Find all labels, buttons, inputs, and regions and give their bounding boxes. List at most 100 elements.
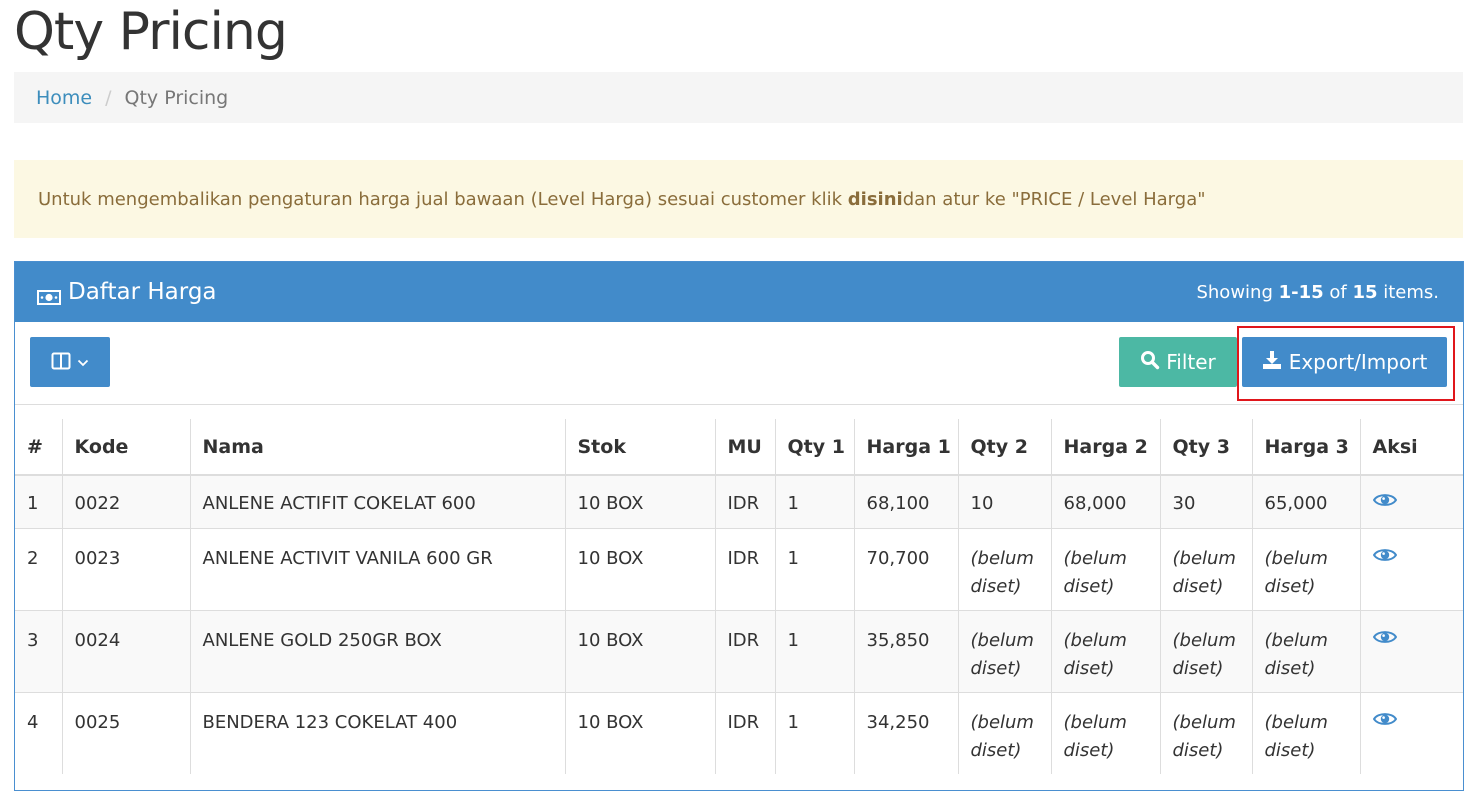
cell-mu: IDR [714, 610, 775, 693]
cell-nama: ANLENE ACTIFIT COKELAT 600 [189, 474, 565, 529]
cell-harga3: 65,000 [1251, 474, 1360, 529]
alert-notice: Untuk mengembalikan pengaturan harga jua… [14, 160, 1463, 238]
cell-aksi [1359, 610, 1463, 693]
table-toolbar: Filter Export/Import [15, 322, 1463, 405]
cell-no: 2 [15, 528, 62, 611]
alert-text-before: Untuk mengembalikan pengaturan harga jua… [38, 188, 843, 210]
panel-header: Daftar Harga Showing 1-15 of 15 items. [15, 262, 1463, 322]
cell-nama: ANLENE ACTIVIT VANILA 600 GR [189, 528, 565, 611]
header-mu[interactable]: MU [714, 419, 775, 476]
cell-qty3: (belum diset) [1159, 528, 1252, 611]
table-header-row: # Kode Nama Stok MU Qty 1 Harga 1 Qty 2 … [15, 419, 1463, 476]
table-row: 1 0022 ANLENE ACTIFIT COKELAT 600 10 BOX… [15, 474, 1463, 529]
cell-no: 4 [15, 692, 62, 774]
cell-nama: BENDERA 123 COKELAT 400 [189, 692, 565, 774]
panel-title: Daftar Harga [37, 279, 217, 305]
cell-stok: 10 BOX [564, 692, 715, 774]
page-title: Qty Pricing [14, 2, 288, 62]
summary-of: of [1323, 281, 1353, 303]
summary-total: 15 [1352, 281, 1378, 303]
eye-icon[interactable] [1372, 490, 1397, 508]
search-icon [1140, 350, 1160, 375]
cell-qty1: 1 [774, 692, 854, 774]
cell-harga1: 34,250 [853, 692, 958, 774]
export-import-button[interactable]: Export/Import [1242, 337, 1447, 387]
cell-qty1: 1 [774, 528, 854, 611]
alert-text-after: dan atur ke "PRICE / Level Harga" [902, 188, 1206, 210]
cell-aksi [1359, 692, 1463, 774]
summary-range: 1-15 [1278, 281, 1324, 303]
price-list-panel: Daftar Harga Showing 1-15 of 15 items. F… [14, 261, 1464, 791]
filter-label: Filter [1166, 350, 1216, 374]
cell-harga2: (belum diset) [1050, 528, 1160, 611]
cell-harga3: (belum diset) [1251, 692, 1360, 774]
price-table: # Kode Nama Stok MU Qty 1 Harga 1 Qty 2 … [15, 419, 1463, 774]
money-icon [37, 285, 61, 305]
header-stok[interactable]: Stok [564, 419, 715, 476]
cell-harga1: 70,700 [853, 528, 958, 611]
header-qty1[interactable]: Qty 1 [774, 419, 854, 476]
summary-suffix: items. [1377, 281, 1439, 303]
export-import-label: Export/Import [1288, 350, 1428, 374]
header-harga3[interactable]: Harga 3 [1251, 419, 1360, 476]
cell-qty1: 1 [774, 610, 854, 693]
chevron-down-icon [77, 355, 89, 370]
cell-no: 3 [15, 610, 62, 693]
cell-qty2: (belum diset) [957, 692, 1051, 774]
cell-harga3: (belum diset) [1251, 610, 1360, 693]
header-no[interactable]: # [15, 419, 62, 476]
cell-aksi [1359, 474, 1463, 529]
cell-stok: 10 BOX [564, 528, 715, 611]
header-harga2[interactable]: Harga 2 [1050, 419, 1160, 476]
breadcrumb: Home / Qty Pricing [14, 72, 1463, 123]
cell-kode: 0024 [61, 610, 190, 693]
cell-qty2: (belum diset) [957, 610, 1051, 693]
cell-no: 1 [15, 474, 62, 529]
cell-harga2: (belum diset) [1050, 610, 1160, 693]
alert-link-disini[interactable]: disini [848, 189, 903, 210]
items-summary: Showing 1-15 of 15 items. [1196, 282, 1439, 303]
cell-qty2: (belum diset) [957, 528, 1051, 611]
cell-qty2: 10 [957, 474, 1051, 529]
cell-qty3: (belum diset) [1159, 692, 1252, 774]
cell-qty3: (belum diset) [1159, 610, 1252, 693]
cell-harga2: (belum diset) [1050, 692, 1160, 774]
cell-kode: 0022 [61, 474, 190, 529]
cell-aksi [1359, 528, 1463, 611]
filter-button[interactable]: Filter [1119, 337, 1237, 387]
eye-icon[interactable] [1372, 627, 1397, 645]
download-icon [1262, 350, 1282, 375]
cell-kode: 0025 [61, 692, 190, 774]
cell-mu: IDR [714, 474, 775, 529]
breadcrumb-home-link[interactable]: Home [36, 87, 92, 109]
cell-stok: 10 BOX [564, 610, 715, 693]
cell-harga1: 35,850 [853, 610, 958, 693]
table-row: 3 0024 ANLENE GOLD 250GR BOX 10 BOX IDR … [15, 610, 1463, 693]
eye-icon[interactable] [1372, 709, 1397, 727]
cell-stok: 10 BOX [564, 474, 715, 529]
header-kode[interactable]: Kode [61, 419, 190, 476]
table-row: 4 0025 BENDERA 123 COKELAT 400 10 BOX ID… [15, 692, 1463, 774]
cell-harga1: 68,100 [853, 474, 958, 529]
cell-harga3: (belum diset) [1251, 528, 1360, 611]
panel-title-text: Daftar Harga [68, 279, 217, 305]
table-row: 2 0023 ANLENE ACTIVIT VANILA 600 GR 10 B… [15, 528, 1463, 611]
cell-nama: ANLENE GOLD 250GR BOX [189, 610, 565, 693]
header-qty2[interactable]: Qty 2 [957, 419, 1051, 476]
header-nama[interactable]: Nama [189, 419, 565, 476]
cell-qty3: 30 [1159, 474, 1252, 529]
cell-kode: 0023 [61, 528, 190, 611]
header-harga1[interactable]: Harga 1 [853, 419, 958, 476]
column-toggle-button[interactable] [30, 337, 110, 387]
breadcrumb-separator: / [105, 86, 112, 109]
breadcrumb-current: Qty Pricing [124, 86, 229, 109]
cell-mu: IDR [714, 692, 775, 774]
eye-icon[interactable] [1372, 545, 1397, 563]
cell-harga2: 68,000 [1050, 474, 1160, 529]
summary-prefix: Showing [1196, 281, 1279, 303]
header-aksi: Aksi [1359, 419, 1463, 476]
header-qty3[interactable]: Qty 3 [1159, 419, 1252, 476]
columns-icon [51, 352, 71, 373]
cell-mu: IDR [714, 528, 775, 611]
cell-qty1: 1 [774, 474, 854, 529]
